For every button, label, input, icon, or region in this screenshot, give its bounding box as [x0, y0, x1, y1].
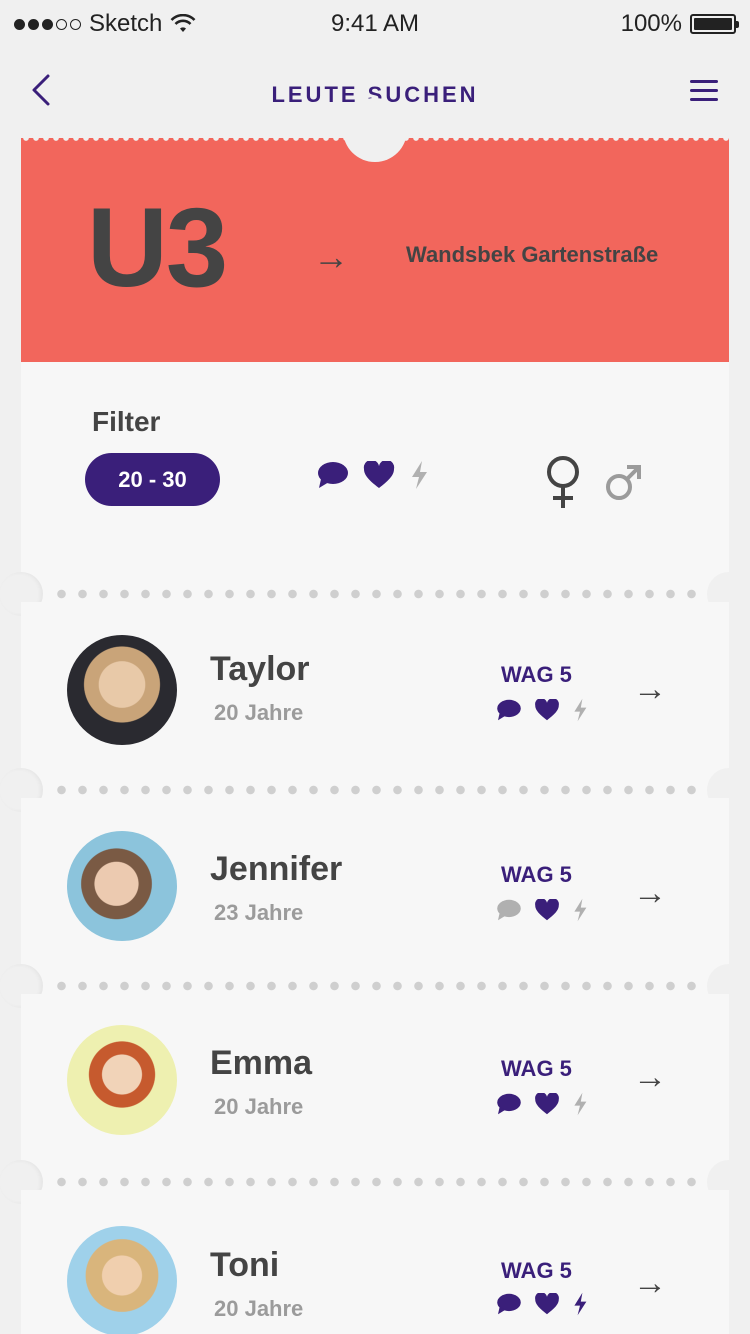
wagon-label: WAG 5: [501, 1056, 572, 1081]
filter-label: Filter: [92, 406, 161, 437]
person-name: Jennifer: [210, 850, 343, 888]
age-range-button[interactable]: 20 - 30: [85, 453, 220, 506]
ticket-notch: [343, 98, 407, 162]
wagon-label: WAG 5: [501, 662, 572, 687]
list-item[interactable]: Jennifer 23 Jahre WAG 5 →: [21, 798, 729, 976]
line-code: U3: [87, 185, 228, 310]
status-right: 100%: [620, 10, 739, 38]
heart-icon: [535, 1293, 559, 1315]
row-separator: [0, 1160, 750, 1204]
status-bar: Sketch 9:41 AM 100%: [0, 0, 750, 44]
battery-icon: [690, 14, 739, 34]
list-item[interactable]: Emma 20 Jahre WAG 5 →: [21, 994, 729, 1172]
wagon-label: WAG 5: [501, 862, 572, 887]
open-arrow-icon[interactable]: →: [633, 1264, 667, 1303]
interest-icons: [496, 1092, 588, 1116]
interest-filter: [317, 460, 429, 490]
ticket-header: U3 → Wandsbek Gartenstraße: [21, 98, 729, 362]
destination-label: Wandsbek Gartenstraße: [406, 242, 659, 267]
male-symbol-icon[interactable]: [605, 463, 641, 503]
open-arrow-icon[interactable]: →: [633, 1058, 667, 1097]
direction-arrow-icon: →: [313, 236, 349, 277]
lightning-bolt-icon: [574, 1092, 587, 1116]
person-age: 23 Jahre: [214, 900, 304, 925]
avatar-taylor: [67, 635, 177, 745]
chat-bubble-icon: [497, 699, 521, 721]
person-name: Toni: [210, 1246, 280, 1284]
person-age: 20 Jahre: [214, 1296, 304, 1321]
chat-bubble-icon[interactable]: [317, 461, 349, 489]
filter-section: Filter 20 - 30: [21, 362, 729, 590]
chat-bubble-icon: [497, 1093, 521, 1115]
hamburger-menu-icon[interactable]: [690, 80, 718, 104]
gender-filter: [545, 456, 641, 510]
chat-bubble-icon: [497, 1293, 521, 1315]
female-symbol-icon[interactable]: [545, 456, 581, 510]
heart-icon: [535, 1093, 559, 1115]
avatar-toni: [67, 1226, 177, 1334]
list-item[interactable]: Taylor 20 Jahre WAG 5 →: [21, 602, 729, 780]
chat-bubble-icon: [497, 899, 521, 921]
avatar-jennifer: [67, 831, 177, 941]
row-separator: [0, 964, 750, 1008]
interest-icons: [496, 1292, 588, 1316]
open-arrow-icon[interactable]: →: [633, 874, 667, 913]
person-age: 20 Jahre: [214, 700, 304, 725]
person-name: Emma: [210, 1044, 313, 1082]
heart-icon: [535, 899, 559, 921]
heart-icon: [535, 699, 559, 721]
heart-icon[interactable]: [363, 461, 395, 489]
interest-icons: [496, 698, 588, 722]
wagon-label: WAG 5: [501, 1258, 572, 1283]
person-age: 20 Jahre: [214, 1094, 304, 1119]
lightning-bolt-icon: [574, 698, 587, 722]
lightning-bolt-icon: [574, 1292, 587, 1316]
battery-percent: 100%: [620, 10, 682, 37]
row-separator: [0, 768, 750, 812]
list-item[interactable]: Toni 20 Jahre WAG 5 →: [21, 1190, 729, 1334]
lightning-bolt-icon[interactable]: [409, 460, 429, 490]
person-name: Taylor: [210, 650, 310, 688]
open-arrow-icon[interactable]: →: [633, 670, 667, 709]
interest-icons: [496, 898, 588, 922]
row-separator: [0, 572, 750, 616]
avatar-emma: [67, 1025, 177, 1135]
lightning-bolt-icon: [574, 898, 587, 922]
